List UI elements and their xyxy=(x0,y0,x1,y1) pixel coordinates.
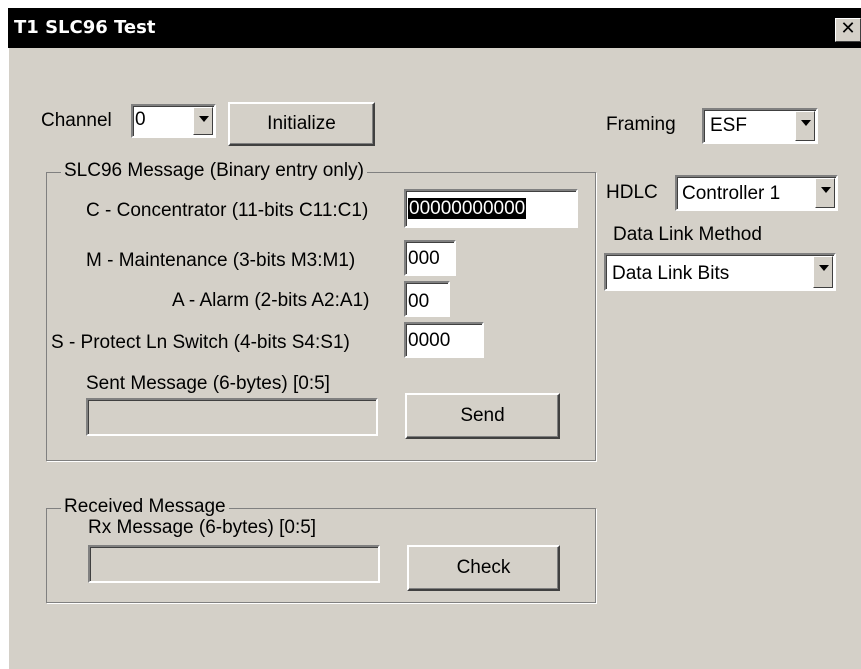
window-title: T1 SLC96 Test xyxy=(14,17,156,38)
framing-value: ESF xyxy=(710,115,747,136)
check-button[interactable]: Check xyxy=(407,545,560,591)
s-protect-switch-input[interactable]: 0000 xyxy=(404,322,484,358)
hdlc-label: HDLC xyxy=(606,182,658,203)
received-group-title: Received Message xyxy=(61,496,229,518)
a-alarm-label: A - Alarm (2-bits A2:A1) xyxy=(172,290,370,311)
framing-select[interactable]: ESF xyxy=(702,108,818,144)
m-maintenance-label: M - Maintenance (3-bits M3:M1) xyxy=(86,250,356,271)
a-alarm-value: 00 xyxy=(408,291,430,312)
initialize-button-label: Initialize xyxy=(267,113,336,134)
sent-message-field xyxy=(86,398,378,436)
sent-message-label: Sent Message (6-bytes) [0:5] xyxy=(86,373,330,394)
channel-select[interactable]: 0 xyxy=(131,104,216,138)
data-link-value: Data Link Bits xyxy=(612,263,730,284)
close-icon: ✕ xyxy=(840,18,856,39)
s-protect-switch-value: 0000 xyxy=(408,330,451,351)
check-button-label: Check xyxy=(456,557,511,578)
hdlc-value: Controller 1 xyxy=(682,183,781,204)
m-maintenance-value: 000 xyxy=(408,248,440,269)
c-concentrator-input[interactable]: 00000000000 xyxy=(404,189,578,228)
c-concentrator-label: C - Concentrator (11-bits C11:C1) xyxy=(86,200,369,221)
initialize-button[interactable]: Initialize xyxy=(228,102,375,146)
s-protect-switch-label: S - Protect Ln Switch (4-bits S4:S1) xyxy=(51,332,350,353)
data-link-select[interactable]: Data Link Bits xyxy=(604,253,836,291)
a-alarm-input[interactable]: 00 xyxy=(404,281,450,317)
chevron-down-icon[interactable] xyxy=(795,111,815,141)
data-link-label: Data Link Method xyxy=(613,224,762,245)
title-bar[interactable]: T1 SLC96 Test ✕ xyxy=(8,8,861,48)
dialog-window: T1 SLC96 Test ✕ Channel 0 Initialize Fra… xyxy=(8,8,861,669)
chevron-down-icon[interactable] xyxy=(193,107,213,135)
send-button-label: Send xyxy=(460,405,505,426)
m-maintenance-input[interactable]: 000 xyxy=(404,240,456,276)
chevron-down-icon[interactable] xyxy=(813,256,833,288)
channel-label: Channel xyxy=(41,110,112,131)
close-button[interactable]: ✕ xyxy=(835,18,861,42)
slc96-group-title: SLC96 Message (Binary entry only) xyxy=(61,160,367,182)
c-concentrator-value: 00000000000 xyxy=(408,198,527,219)
chevron-down-icon[interactable] xyxy=(815,178,835,208)
hdlc-select[interactable]: Controller 1 xyxy=(675,175,838,211)
framing-label: Framing xyxy=(606,114,676,135)
rx-message-field xyxy=(88,545,380,583)
c-concentrator-value-wrap: 00000000000 xyxy=(408,198,527,220)
channel-value: 0 xyxy=(135,109,146,130)
rx-message-label: Rx Message (6-bytes) [0:5] xyxy=(88,517,317,538)
send-button[interactable]: Send xyxy=(405,393,560,439)
